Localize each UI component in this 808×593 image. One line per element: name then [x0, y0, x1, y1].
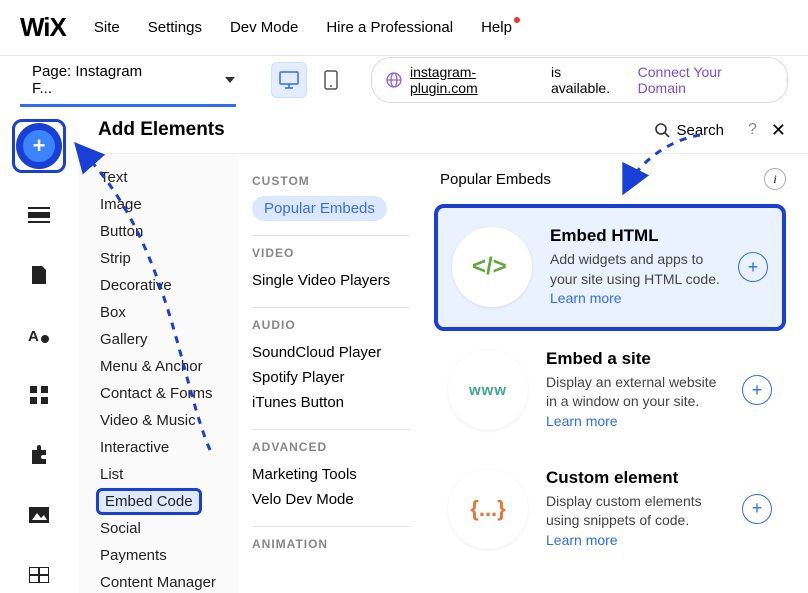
card-title: Custom element	[546, 468, 724, 488]
top-nav: WiX Site Settings Dev Mode Hire a Profes…	[0, 0, 808, 56]
device-toggle	[271, 62, 349, 98]
sub-velo-dev-mode[interactable]: Velo Dev Mode	[252, 487, 410, 512]
rail-pages-icon[interactable]	[19, 257, 59, 293]
cat-video-music[interactable]: Video & Music	[96, 407, 238, 434]
cat-text[interactable]: Text	[96, 164, 238, 191]
globe-icon	[386, 72, 402, 88]
nav-help[interactable]: Help	[481, 19, 512, 36]
cat-decorative[interactable]: Decorative	[96, 272, 238, 299]
domain-available-text: is available.	[551, 64, 624, 96]
panel-header: Add Elements Search ? ✕	[78, 107, 808, 154]
panel-search[interactable]: Search	[654, 122, 724, 139]
left-tool-rail: + A	[0, 107, 78, 593]
cat-list[interactable]: List	[96, 461, 238, 488]
cat-interactive[interactable]: Interactive	[96, 434, 238, 461]
cat-strip[interactable]: Strip	[96, 245, 238, 272]
embed-options: Popular Embeds i </> Embed HTML Add widg…	[424, 154, 808, 593]
learn-more-link[interactable]: Learn more	[550, 290, 622, 306]
nav-settings[interactable]: Settings	[148, 19, 202, 36]
page-toolbar: Page: Instagram F... instagram-plugin.co…	[0, 56, 808, 104]
braces-icon: {...}	[448, 469, 528, 549]
svg-text:</>: </>	[472, 253, 507, 280]
rail-design-icon[interactable]: A	[19, 317, 59, 353]
cat-content-manager[interactable]: Content Manager	[96, 569, 238, 593]
cat-menu-anchor[interactable]: Menu & Anchor	[96, 353, 238, 380]
subcategory-list: CUSTOM Popular Embeds VIDEO Single Video…	[238, 154, 424, 593]
sub-single-video-players[interactable]: Single Video Players	[252, 268, 410, 293]
nav-dev-mode[interactable]: Dev Mode	[230, 19, 298, 36]
panel-help-button[interactable]: ?	[748, 121, 757, 139]
group-audio: AUDIO	[252, 318, 410, 332]
svg-text:A: A	[28, 328, 39, 345]
desktop-icon	[279, 71, 299, 89]
card-desc: Display an external website in a window …	[546, 373, 724, 432]
group-advanced: ADVANCED	[252, 440, 410, 454]
card-embed-site[interactable]: www Embed a site Display an external web…	[434, 331, 786, 450]
rail-media-icon[interactable]	[19, 497, 59, 533]
cat-button[interactable]: Button	[96, 218, 238, 245]
group-animation: ANIMATION	[252, 537, 410, 551]
card-desc: Add widgets and apps to your site using …	[550, 250, 720, 309]
mobile-view-button[interactable]	[313, 62, 349, 98]
learn-more-link[interactable]: Learn more	[546, 413, 618, 429]
group-video: VIDEO	[252, 246, 410, 260]
search-icon	[654, 122, 670, 138]
group-custom: CUSTOM	[252, 174, 410, 188]
search-placeholder: Search	[676, 122, 724, 139]
cat-social[interactable]: Social	[96, 515, 238, 542]
mobile-icon	[324, 70, 338, 90]
card-title: Embed a site	[546, 349, 724, 369]
card-body: Custom element Display custom elements u…	[546, 468, 724, 551]
rail-section-icon[interactable]	[19, 197, 59, 233]
www-icon: www	[448, 350, 528, 430]
add-button[interactable]: +	[742, 494, 772, 524]
page-selector[interactable]: Page: Instagram F...	[32, 63, 241, 97]
sub-spotify[interactable]: Spotify Player	[252, 365, 410, 390]
sub-popular-embeds[interactable]: Popular Embeds	[252, 196, 387, 221]
sub-marketing-tools[interactable]: Marketing Tools	[252, 462, 410, 487]
card-body: Embed HTML Add widgets and apps to your …	[550, 226, 720, 309]
add-button[interactable]: +	[738, 252, 768, 282]
code-icon: </>	[452, 227, 532, 307]
sub-soundcloud[interactable]: SoundCloud Player	[252, 340, 410, 365]
cat-payments[interactable]: Payments	[96, 542, 238, 569]
cat-contact-forms[interactable]: Contact & Forms	[96, 380, 238, 407]
cat-image[interactable]: Image	[96, 191, 238, 218]
add-elements-panel: Add Elements Search ? ✕ Text Image Butto…	[78, 107, 808, 593]
chevron-down-icon	[225, 77, 235, 83]
nav-hire-professional[interactable]: Hire a Professional	[326, 19, 453, 36]
card-embed-html[interactable]: </> Embed HTML Add widgets and apps to y…	[434, 204, 786, 331]
embed-header-title: Popular Embeds	[434, 171, 764, 188]
wix-logo: WiX	[20, 12, 66, 43]
editor-main: + A Add Elements Search	[0, 107, 808, 593]
page-selector-label: Page: Instagram F...	[32, 63, 165, 97]
sub-itunes[interactable]: iTunes Button	[252, 390, 410, 415]
rail-data-icon[interactable]	[19, 557, 59, 593]
category-list: Text Image Button Strip Decorative Box G…	[78, 154, 238, 593]
cat-gallery[interactable]: Gallery	[96, 326, 238, 353]
panel-close-button[interactable]: ✕	[767, 120, 790, 141]
card-body: Embed a site Display an external website…	[546, 349, 724, 432]
rail-apps-icon[interactable]	[19, 377, 59, 413]
learn-more-link[interactable]: Learn more	[546, 532, 618, 548]
panel-title: Add Elements	[98, 119, 654, 141]
desktop-view-button[interactable]	[271, 62, 307, 98]
cat-box[interactable]: Box	[96, 299, 238, 326]
domain-name[interactable]: instagram-plugin.com	[410, 64, 543, 96]
nav-site[interactable]: Site	[94, 19, 120, 36]
info-icon[interactable]: i	[764, 168, 786, 190]
card-desc: Display custom elements using snippets o…	[546, 492, 724, 551]
card-title: Embed HTML	[550, 226, 720, 246]
plus-icon: +	[19, 126, 59, 166]
embed-header: Popular Embeds i	[434, 168, 786, 190]
add-elements-button[interactable]: +	[12, 119, 66, 173]
add-button[interactable]: +	[742, 375, 772, 405]
connect-domain-link[interactable]: Connect Your Domain	[638, 64, 773, 96]
rail-addons-icon[interactable]	[19, 437, 59, 473]
domain-availability: instagram-plugin.com is available. Conne…	[371, 57, 788, 103]
panel-body: Text Image Button Strip Decorative Box G…	[78, 154, 808, 593]
cat-embed-code[interactable]: Embed Code	[96, 488, 202, 515]
card-custom-element[interactable]: {...} Custom element Display custom elem…	[434, 450, 786, 569]
